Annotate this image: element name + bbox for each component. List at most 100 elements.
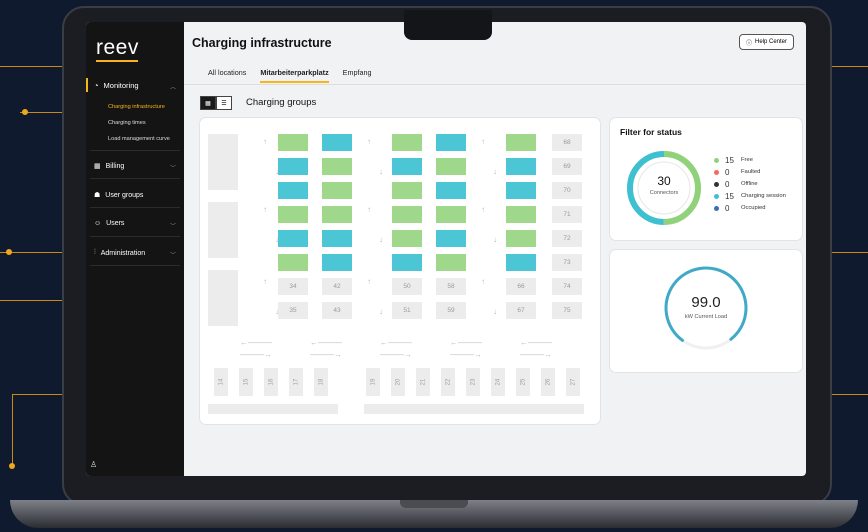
parking-spot[interactable]: 59 [436, 302, 466, 319]
sidebar-sub-load-management[interactable]: Load management curve [108, 136, 170, 142]
profile-icon[interactable]: ♙ [90, 460, 97, 469]
tab-mitarbeiterparkplatz[interactable]: Mitarbeiterparkplatz [260, 68, 329, 83]
parking-spot[interactable]: 68 [552, 134, 582, 151]
parking-spot[interactable]: 15 [239, 368, 253, 396]
charging-spot-free[interactable] [506, 134, 536, 151]
parking-spot[interactable]: 73 [552, 254, 582, 271]
charging-spot-charging[interactable] [436, 230, 466, 247]
charging-spot-charging[interactable] [506, 254, 536, 271]
legend-item[interactable]: 15 Charging session [714, 190, 786, 202]
lane-arrow-left-icon: ←——— [240, 338, 272, 347]
divider [90, 265, 180, 266]
chevron-down-icon[interactable]: ﹀ [170, 221, 176, 230]
charging-spot-charging[interactable] [506, 158, 536, 175]
charging-spot-free[interactable] [436, 158, 466, 175]
parking-spot[interactable]: 27 [566, 368, 580, 396]
charging-spot-free[interactable] [278, 134, 308, 151]
lane-arrow-up-icon: ↑ [481, 277, 485, 286]
charging-spot-charging[interactable] [506, 182, 536, 199]
sidebar-sub-charging-infrastructure[interactable]: Charging infrastructure [108, 104, 165, 110]
charging-spot-free[interactable] [506, 230, 536, 247]
parking-spot[interactable]: 42 [322, 278, 352, 295]
sidebar-item-label: Monitoring [103, 81, 139, 90]
charging-spot-free[interactable] [322, 158, 352, 175]
legend-item[interactable]: 15 Free [714, 154, 786, 166]
chevron-down-icon[interactable]: ﹀ [170, 163, 176, 172]
help-center-button[interactable]: ⓘ Help Center [738, 34, 794, 50]
charging-spot-free[interactable] [392, 134, 422, 151]
legend-item[interactable]: 0 Offline [714, 178, 786, 190]
parking-spot[interactable]: 17 [289, 368, 303, 396]
charging-spot-free[interactable] [322, 182, 352, 199]
legend-item[interactable]: 0 Faulted [714, 166, 786, 178]
charging-spot-charging[interactable] [436, 182, 466, 199]
parking-spot[interactable]: 35 [278, 302, 308, 319]
tab-empfang[interactable]: Empfang [343, 68, 372, 83]
charging-spot-free[interactable] [506, 206, 536, 223]
parking-spot[interactable]: 34 [278, 278, 308, 295]
parking-spot[interactable]: 19 [366, 368, 380, 396]
parking-spot[interactable]: 20 [391, 368, 405, 396]
parking-lot-map: 68 69 70 71 72 73 74 75 34 42 50 58 66 35 43 51 59 67 ↑ ↓ ↑ ↓… [200, 118, 600, 424]
charging-spot-free[interactable] [436, 206, 466, 223]
parking-spot[interactable]: 69 [552, 158, 582, 175]
charging-spot-free[interactable] [392, 182, 422, 199]
parking-spot[interactable]: 51 [392, 302, 422, 319]
parking-spot[interactable]: 74 [552, 278, 582, 295]
lane-arrow-up-icon: ↑ [263, 137, 267, 146]
parking-spot[interactable]: 21 [416, 368, 430, 396]
charging-spot-charging[interactable] [322, 230, 352, 247]
charging-spot-charging[interactable] [278, 182, 308, 199]
charging-spot-free[interactable] [278, 254, 308, 271]
parking-spot[interactable]: 58 [436, 278, 466, 295]
legend-item[interactable]: 0 Occupied [714, 202, 786, 214]
charging-spot-charging[interactable] [278, 158, 308, 175]
parking-spot[interactable]: 70 [552, 182, 582, 199]
charging-spot-charging[interactable] [322, 254, 352, 271]
parking-spot[interactable]: 67 [506, 302, 536, 319]
parking-spot[interactable]: 14 [214, 368, 228, 396]
parking-spot[interactable]: 43 [322, 302, 352, 319]
charging-spot-charging[interactable] [392, 158, 422, 175]
sidebar: reev ◔ Monitoring ︿ Charging infrastruct… [86, 22, 184, 476]
sidebar-item-monitoring[interactable]: ◔ Monitoring [94, 81, 139, 90]
list-view-icon[interactable]: ☰ [216, 96, 232, 110]
chevron-up-icon[interactable]: ︿ [170, 82, 176, 91]
charging-spot-charging[interactable] [436, 134, 466, 151]
charging-spot-charging[interactable] [392, 254, 422, 271]
sidebar-item-users[interactable]: ☺ Users [94, 220, 124, 227]
sidebar-sub-charging-times[interactable]: Charging times [108, 120, 146, 126]
parking-spot[interactable]: 18 [314, 368, 328, 396]
parking-spot[interactable]: 16 [264, 368, 278, 396]
parking-spot[interactable]: 50 [392, 278, 422, 295]
charging-spot-free[interactable] [322, 206, 352, 223]
lane-arrow-down-icon: ↓ [379, 167, 383, 176]
map-view-icon[interactable]: ▦ [200, 96, 216, 110]
help-icon: ⓘ [745, 40, 752, 47]
parking-spot[interactable]: 26 [541, 368, 555, 396]
status-title: Filter for status [620, 127, 682, 137]
location-tabs: All locations Mitarbeiterparkplatz Empfa… [208, 68, 371, 83]
charging-spot-free[interactable] [392, 230, 422, 247]
parking-spot[interactable]: 75 [552, 302, 582, 319]
charging-spot-charging[interactable] [322, 134, 352, 151]
sidebar-item-user-groups[interactable]: ☗ User groups [94, 191, 143, 200]
building-block [208, 202, 238, 258]
parking-spot[interactable]: 23 [466, 368, 480, 396]
charging-spot-free[interactable] [278, 206, 308, 223]
parking-spot[interactable]: 25 [516, 368, 530, 396]
chevron-down-icon[interactable]: ﹀ [170, 250, 176, 259]
charging-spot-free[interactable] [392, 206, 422, 223]
charging-spot-free[interactable] [436, 254, 466, 271]
parking-spot[interactable]: 22 [441, 368, 455, 396]
sidebar-item-administration[interactable]: ⫶ Administration [94, 249, 145, 257]
parking-spot[interactable]: 71 [552, 206, 582, 223]
parking-spot[interactable]: 24 [491, 368, 505, 396]
charging-spot-charging[interactable] [278, 230, 308, 247]
parking-spot[interactable]: 72 [552, 230, 582, 247]
tab-all-locations[interactable]: All locations [208, 68, 246, 83]
reev-logo[interactable]: reev [96, 36, 139, 60]
parking-spot[interactable]: 66 [506, 278, 536, 295]
lane-arrow-down-icon: ↓ [379, 307, 383, 316]
sidebar-item-billing[interactable]: ▦ Billing [94, 162, 124, 171]
